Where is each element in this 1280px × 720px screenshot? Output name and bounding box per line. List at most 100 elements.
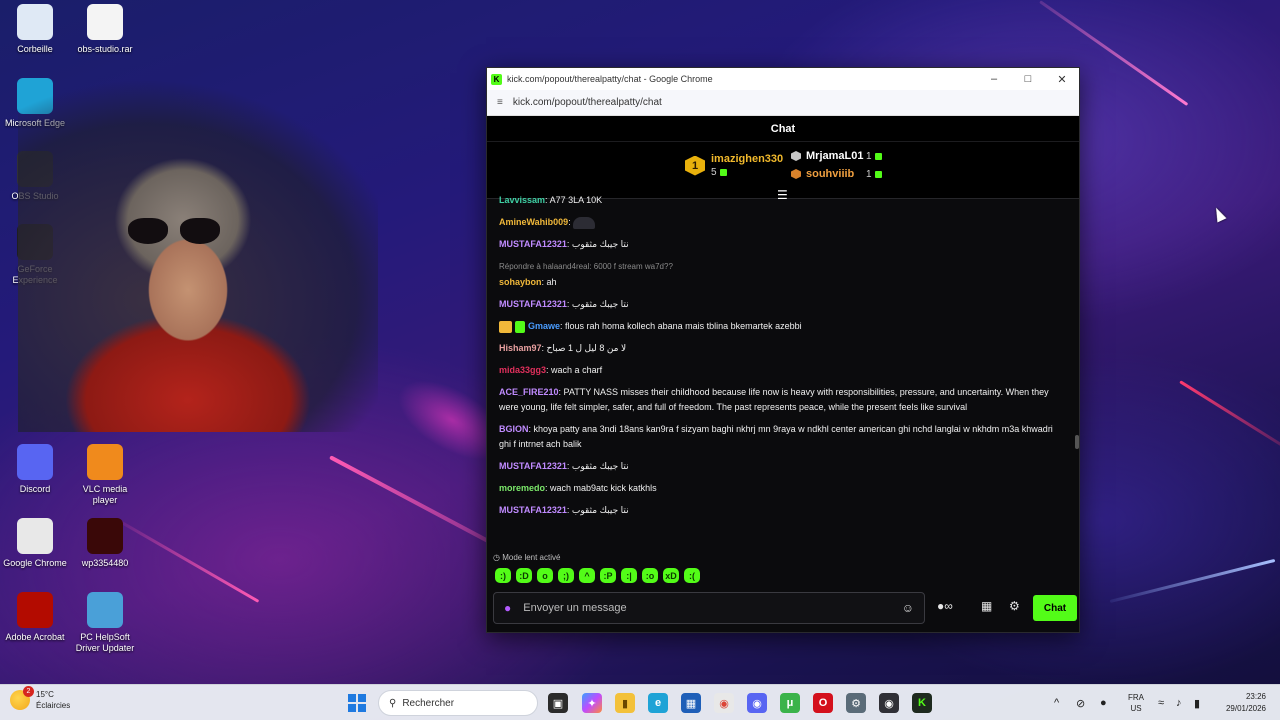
chat-username[interactable]: MUSTAFA12321 xyxy=(499,239,567,249)
desktop-icon[interactable]: Discord xyxy=(0,444,70,495)
desktop-icon-label: VLC media player xyxy=(82,484,128,505)
emote-icon[interactable]: :) xyxy=(495,568,511,583)
chat-username[interactable]: Lavvissam xyxy=(499,195,545,205)
emote-icon[interactable]: ^ xyxy=(579,568,595,583)
emoji-picker-icon[interactable]: ☺ xyxy=(902,601,914,615)
chat-username[interactable]: MUSTAFA12321 xyxy=(499,299,567,309)
quick-emotes[interactable]: :) :D o ;) ^ :P :| :o xD :( xyxy=(495,568,700,583)
desktop-icon-label: Discord xyxy=(19,484,51,494)
chat-message[interactable]: Hisham97: لا من 8 ليل ل 1 صباح xyxy=(499,341,1067,356)
chrome-taskbar-icon[interactable]: ◉ xyxy=(714,693,734,713)
wifi-icon[interactable]: ≈ xyxy=(1158,685,1164,720)
leaderboard-third[interactable]: souhviiib 1 xyxy=(791,168,882,180)
chrome-popup-window[interactable]: K kick.com/popout/therealpatty/chat - Go… xyxy=(486,67,1080,633)
chat-username[interactable]: moremedo xyxy=(499,483,545,493)
leaderboard-first[interactable]: 1 imazighen330 5 xyxy=(685,153,783,178)
leaderboard-third-count: 1 xyxy=(866,168,872,180)
crown-badge-icon xyxy=(499,320,512,333)
edge-taskbar-icon[interactable]: e xyxy=(648,693,668,713)
tray-overflow-chevron-icon[interactable]: ^ xyxy=(1054,685,1059,720)
gift-leaderboard[interactable]: 1 imazighen330 5 MrjamaL01 1 souhviiib 1… xyxy=(487,142,1079,201)
chat-scrollbar[interactable] xyxy=(1075,199,1079,549)
leaderboard-second[interactable]: MrjamaL01 1 xyxy=(791,150,882,162)
maximize-button[interactable]: □ xyxy=(1011,68,1045,90)
chat-username[interactable]: MUSTAFA12321 xyxy=(499,461,567,471)
volume-icon[interactable]: ♪ xyxy=(1176,685,1182,720)
copilot-icon[interactable]: ✦ xyxy=(582,693,602,713)
address-bar[interactable]: ≡ kick.com/popout/therealpatty/chat xyxy=(487,90,1079,116)
weather-widget[interactable]: 2 15°C Éclaircies xyxy=(10,686,70,711)
opera-icon[interactable]: O xyxy=(813,693,833,713)
discord-taskbar-icon[interactable]: ◉ xyxy=(747,693,767,713)
emote-icon[interactable]: :( xyxy=(684,568,700,583)
task-view-icon[interactable]: ▣ xyxy=(548,693,568,713)
chat-message[interactable]: MUSTAFA12321: نتا جيبك مثقوب xyxy=(499,297,1067,312)
close-button[interactable]: ✕ xyxy=(1045,68,1079,90)
chat-username[interactable]: BGION xyxy=(499,424,529,434)
emote-icon[interactable]: :o xyxy=(642,568,658,583)
leaderboard-first-name: imazighen330 xyxy=(711,153,784,165)
desktop-icon[interactable]: Adobe Acrobat xyxy=(0,592,70,643)
chat-message[interactable]: MUSTAFA12321: نتا جيبك مثقوب xyxy=(499,503,1067,518)
microphone-tray-icon[interactable]: ● xyxy=(1100,685,1107,720)
input-language-indicator[interactable]: FRA US xyxy=(1128,692,1144,714)
emote-icon[interactable]: xD xyxy=(663,568,679,583)
chat-message[interactable]: ACE_FIRE210: PATTY NASS misses their chi… xyxy=(499,385,1067,415)
obs-taskbar-icon[interactable]: ◉ xyxy=(879,693,899,713)
settings-gear-icon[interactable]: ⚙ xyxy=(1009,599,1020,613)
desktop-icon[interactable]: Corbeille xyxy=(0,4,70,55)
chat-message[interactable]: BGION: khoya patty ana 3ndi 18ans kan9ra… xyxy=(499,422,1067,452)
chat-message[interactable]: Lavvissam: A77 3LA 10K xyxy=(499,193,1067,208)
desktop-icon[interactable]: wp3354480 xyxy=(70,518,140,569)
sunglasses xyxy=(128,218,228,248)
store-icon[interactable]: ▦ xyxy=(981,599,992,613)
chat-message[interactable]: MUSTAFA12321: نتا جيبك مثقوب xyxy=(499,459,1067,474)
taskbar-search-input[interactable] xyxy=(402,697,523,709)
reply-context[interactable]: Répondre à halaand4real: 6000 f stream w… xyxy=(499,259,1067,274)
taskbar-search[interactable]: ⚲ xyxy=(378,690,538,716)
chat-username[interactable]: AmineWahib009 xyxy=(499,217,568,227)
webcam-overlay xyxy=(18,70,378,432)
message-input[interactable] xyxy=(523,602,902,614)
emote-icon[interactable]: :D xyxy=(516,568,532,583)
desktop-icon[interactable]: obs-studio.rar xyxy=(70,4,140,55)
chat-messages[interactable]: Lavvissam: A77 3LA 10K AmineWahib009: MUS… xyxy=(487,193,1079,543)
desktop-icon[interactable]: VLC media player xyxy=(70,444,140,506)
windows-start-icon[interactable] xyxy=(348,694,366,712)
emote-icon[interactable]: :| xyxy=(621,568,637,583)
tray-app-icon[interactable]: ⊘ xyxy=(1076,685,1085,720)
file-explorer-icon[interactable]: ▮ xyxy=(615,693,635,713)
minimize-button[interactable]: – xyxy=(977,68,1011,90)
chat-message-text: نتا جيبك مثقوب xyxy=(571,299,629,309)
taskbar-clock[interactable]: 23:26 29/01/2026 xyxy=(1218,691,1266,715)
emote-icon[interactable]: o xyxy=(537,568,553,583)
chat-message[interactable]: mida33gg3: wach a charf xyxy=(499,363,1067,378)
chat-username[interactable]: Hisham97 xyxy=(499,343,542,353)
message-input-bar[interactable]: ● ☺ xyxy=(493,592,925,624)
send-chat-button[interactable]: Chat xyxy=(1033,595,1077,621)
taskbar[interactable]: 2 15°C Éclaircies ⚲ ▣ ✦ ▮ e ▦ ◉ ◉ μ O ⚙ … xyxy=(0,684,1280,720)
chat-message[interactable]: AmineWahib009: xyxy=(499,215,1067,230)
window-titlebar[interactable]: K kick.com/popout/therealpatty/chat - Go… xyxy=(487,68,1079,90)
infinity-points-icon[interactable]: ●∞ xyxy=(937,599,953,613)
chat-message[interactable]: MUSTAFA12321: نتا جيبك مثقوب xyxy=(499,237,1067,252)
battery-icon[interactable]: ▮ xyxy=(1194,685,1200,720)
chat-message[interactable]: Répondre à halaand4real: 6000 f stream w… xyxy=(499,259,1067,290)
settings-taskbar-icon[interactable]: ⚙ xyxy=(846,693,866,713)
store-taskbar-icon[interactable]: ▦ xyxy=(681,693,701,713)
emote-icon[interactable]: :P xyxy=(600,568,616,583)
chat-username[interactable]: mida33gg3 xyxy=(499,365,546,375)
chat-message[interactable]: moremedo: wach mab9atc kick katkhls xyxy=(499,481,1067,496)
emote-icon[interactable]: ;) xyxy=(558,568,574,583)
desktop-icon[interactable]: Google Chrome xyxy=(0,518,70,569)
desktop-icon[interactable]: PC HelpSoft Driver Updater xyxy=(70,592,140,654)
microphone-icon[interactable]: ● xyxy=(504,601,511,615)
utorrent-icon[interactable]: μ xyxy=(780,693,800,713)
site-info-icon[interactable]: ≡ xyxy=(497,97,503,108)
chat-username[interactable]: sohaybon xyxy=(499,277,542,287)
chat-username[interactable]: ACE_FIRE210 xyxy=(499,387,559,397)
chat-username[interactable]: Gmawe xyxy=(528,321,560,331)
kick-taskbar-icon[interactable]: K xyxy=(912,693,932,713)
chat-message[interactable]: Gmawe: flous rah homa kollech abana mais… xyxy=(499,319,1067,334)
chat-username[interactable]: MUSTAFA12321 xyxy=(499,505,567,515)
